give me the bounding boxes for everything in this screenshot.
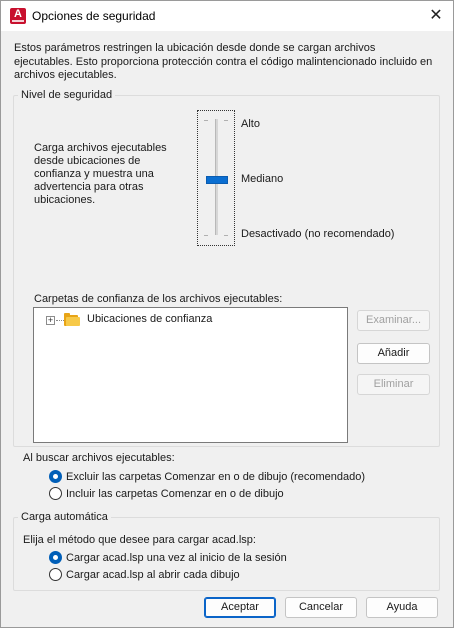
cancel-button[interactable]: Cancelar xyxy=(285,597,357,618)
intro-text: Estos parámetros restringen la ubicación… xyxy=(14,42,433,81)
load-once-radio[interactable] xyxy=(49,551,62,564)
window-title: Opciones de seguridad xyxy=(32,9,156,23)
search-executables-label: Al buscar archivos ejecutables: xyxy=(23,452,175,464)
title-bar: A Opciones de seguridad ✕ xyxy=(1,1,453,31)
security-level-legend: Nivel de seguridad xyxy=(21,89,113,101)
autoload-legend: Carga automática xyxy=(21,511,108,523)
load-each-drawing-radio[interactable] xyxy=(49,568,62,581)
slider-tick xyxy=(224,235,228,236)
level-label-medium: Mediano xyxy=(241,173,284,185)
add-button[interactable]: Añadir xyxy=(357,343,430,364)
slider-tick xyxy=(224,120,228,121)
tree-connector xyxy=(56,320,64,321)
security-options-dialog: A Opciones de seguridad ✕ Estos parámetr… xyxy=(0,0,454,628)
security-level-description: Carga archivos ejecutables desde ubicaci… xyxy=(34,142,167,206)
slider-thumb[interactable] xyxy=(206,176,228,184)
exclude-folders-label[interactable]: Excluir las carpetas Comenzar en o de di… xyxy=(66,471,365,483)
security-level-slider[interactable] xyxy=(197,110,235,246)
include-folders-radio[interactable] xyxy=(49,487,62,500)
autoload-prompt: Elija el método que desee para cargar ac… xyxy=(23,534,256,546)
include-folders-label[interactable]: Incluir las carpetas Comenzar en o de di… xyxy=(66,488,284,500)
level-label-disabled: Desactivado (no recomendado) xyxy=(241,228,395,240)
browse-button[interactable]: Examinar... xyxy=(357,310,430,331)
autocad-app-icon: A xyxy=(10,8,26,24)
help-button[interactable]: Ayuda xyxy=(366,597,438,618)
slider-tick xyxy=(204,120,208,121)
remove-button[interactable]: Eliminar xyxy=(357,374,430,395)
app-icon-letter: A xyxy=(14,8,22,20)
load-each-drawing-label[interactable]: Cargar acad.lsp al abrir cada dibujo xyxy=(66,569,240,581)
trusted-folders-tree[interactable]: + Ubicaciones de confianza xyxy=(33,307,348,443)
expand-icon[interactable]: + xyxy=(46,316,55,325)
level-label-high: Alto xyxy=(241,118,260,130)
folder-icon xyxy=(64,313,80,326)
exclude-folders-radio[interactable] xyxy=(49,470,62,483)
close-icon[interactable]: ✕ xyxy=(427,7,445,25)
slider-tick xyxy=(204,235,208,236)
trusted-folders-label: Carpetas de confianza de los archivos ej… xyxy=(34,293,283,305)
load-once-label[interactable]: Cargar acad.lsp una vez al inicio de la … xyxy=(66,552,287,564)
ok-button[interactable]: Aceptar xyxy=(204,597,276,618)
tree-item-trusted-locations[interactable]: Ubicaciones de confianza xyxy=(87,313,212,325)
